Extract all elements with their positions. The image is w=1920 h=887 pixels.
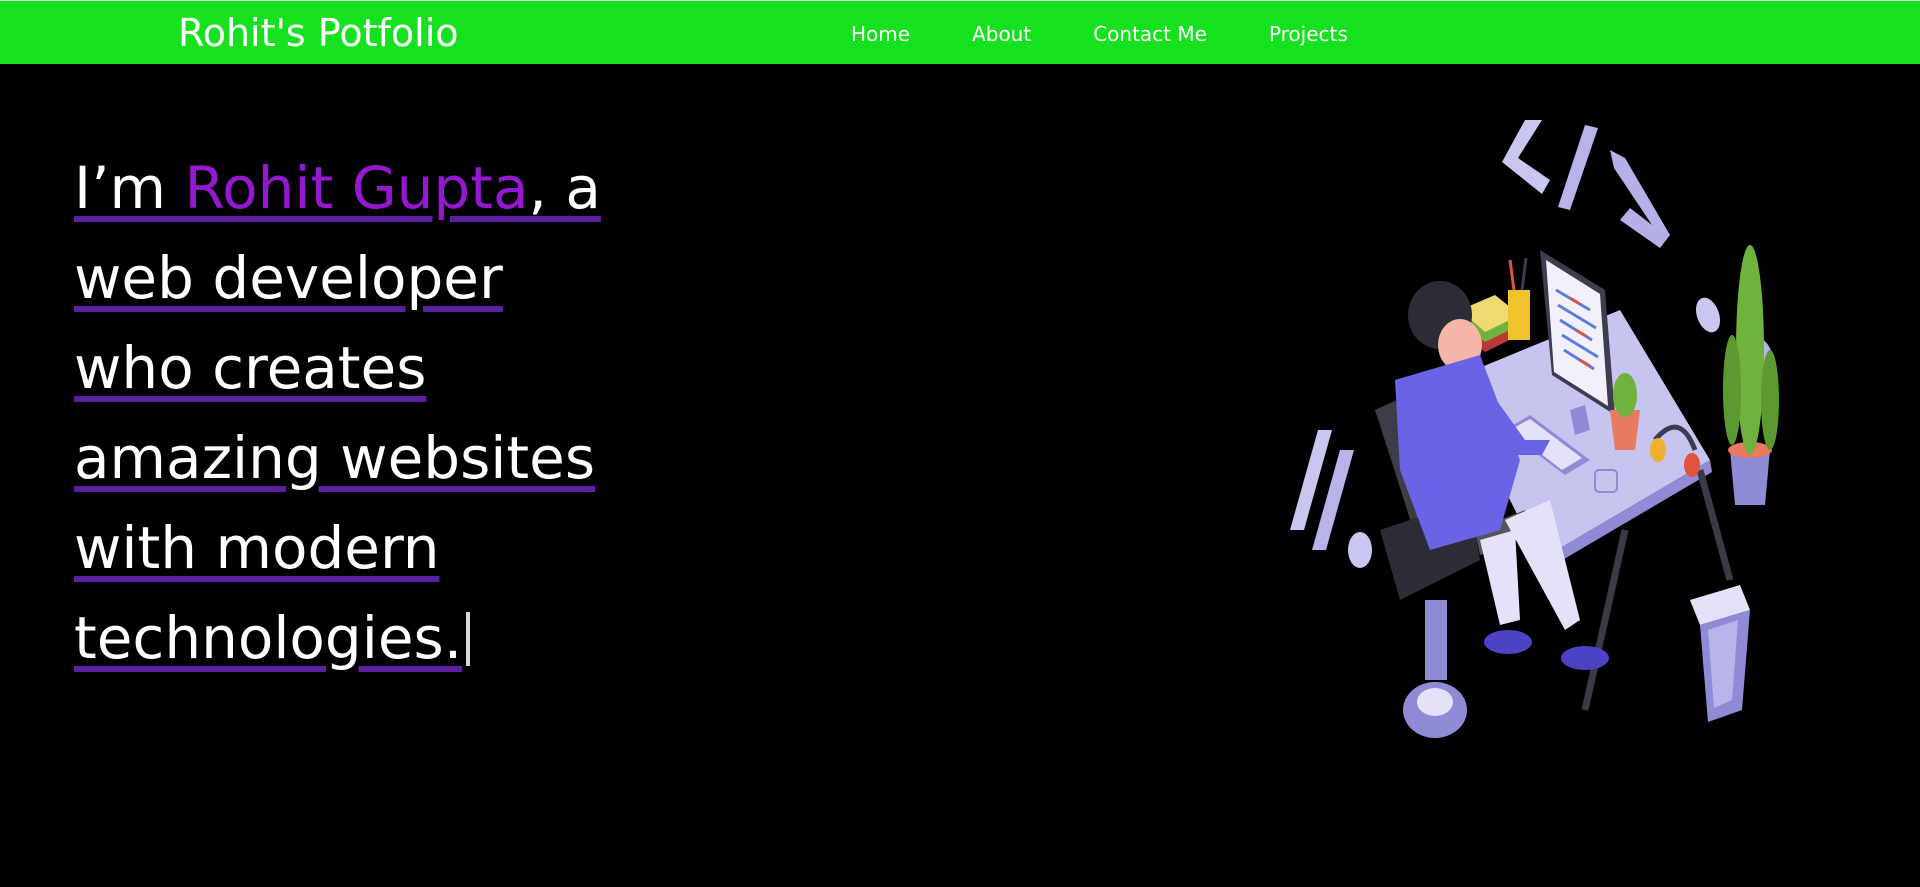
hero-line-5: with modern [74, 514, 440, 582]
code-symbol-icon [1502, 120, 1670, 248]
hero-prefix: I’m [74, 154, 185, 222]
trash-bin-icon [1690, 585, 1750, 722]
nav-projects[interactable]: Projects [1269, 22, 1348, 46]
nav-home[interactable]: Home [851, 22, 910, 46]
nav-contact[interactable]: Contact Me [1093, 22, 1207, 46]
nav-about[interactable]: About [972, 22, 1031, 46]
developer-at-desk-illustration [1290, 120, 1779, 738]
nav-links: Home About Contact Me Projects [851, 22, 1348, 46]
navbar: Rohit's Potfolio Home About Contact Me P… [0, 0, 1920, 64]
hero-line-4: amazing websites [74, 424, 596, 492]
hero-line-3: who creates [74, 334, 427, 402]
plant-icon [1723, 245, 1779, 505]
hero-line-6: technologies. [74, 604, 463, 672]
hero-line-2: web developer [74, 244, 503, 312]
hero-line-1: I’m Rohit Gupta, a [74, 154, 601, 222]
hero-heading: I’m Rohit Gupta, a web developer who cre… [74, 143, 734, 683]
typing-cursor [466, 612, 471, 666]
brand-logo[interactable]: Rohit's Potfolio [178, 11, 459, 55]
hero-name: Rohit Gupta [184, 154, 529, 222]
hero-suffix: , a [528, 154, 601, 222]
